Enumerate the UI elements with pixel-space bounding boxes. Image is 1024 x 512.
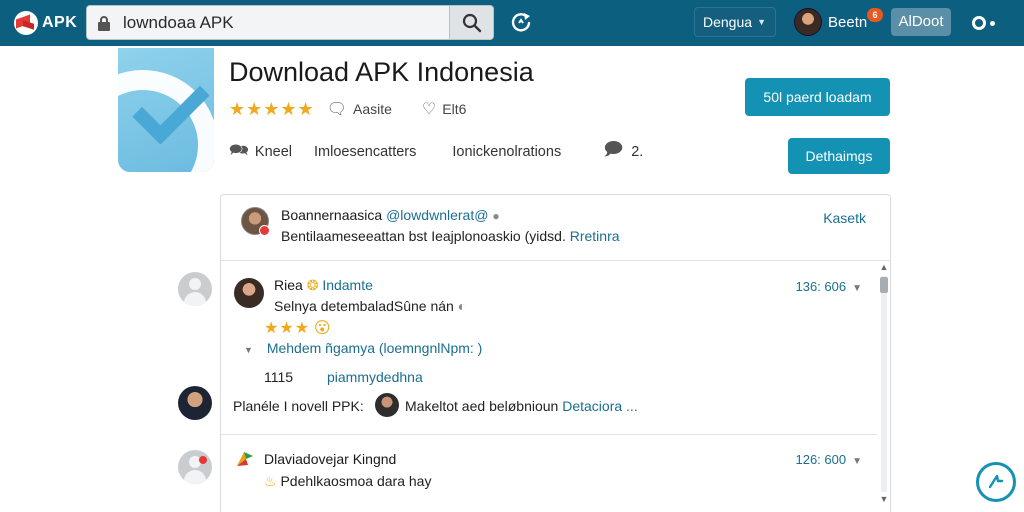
stat-reviews: Aasite — [353, 101, 392, 117]
chevron-down-icon: ▼ — [757, 17, 766, 27]
heart-icon[interactable]: ♡ — [422, 99, 436, 119]
stat-likes: Elt6 — [442, 101, 467, 117]
author-name[interactable]: Boannernaasica — [281, 207, 382, 223]
comment-count: 1115 — [264, 369, 294, 385]
comment-rating: ★★★ 😮 — [264, 318, 331, 338]
emoji-icon: 😮 — [313, 320, 331, 337]
timestamp: 136: 606 — [795, 279, 847, 294]
user-name: Beetn — [828, 13, 868, 31]
scroll-thumb[interactable] — [880, 277, 888, 293]
meta-item-3[interactable]: Ionickenolrations — [452, 144, 561, 160]
globe-icon: ● — [492, 209, 500, 223]
language-label: Dengua — [703, 14, 753, 30]
page-title: Download APK Indonesia — [229, 57, 534, 87]
divider — [221, 434, 877, 435]
avatar[interactable] — [234, 278, 264, 308]
author-handle[interactable]: @lowdwnlerat@ — [386, 207, 488, 223]
speech-bubble-icon: 🗩 — [603, 139, 624, 159]
status-dot-icon — [199, 456, 207, 464]
rating-row: ★★★★★ 🗨 Aasite ♡ Elt6 — [229, 98, 466, 120]
star-rating: ★★★ — [264, 320, 311, 337]
scroll-down-icon[interactable]: ▼ — [879, 494, 889, 504]
mention-body-2: beløbnioun — [489, 398, 559, 414]
logo-icon — [14, 11, 38, 35]
mention-label: Planéle I novell PPK: — [233, 398, 364, 414]
app-icon — [118, 48, 214, 172]
pinned-author: Boannernaasica @lowdwnlerat@ ● — [281, 207, 500, 223]
search-input[interactable]: lowndoaa APK — [123, 6, 234, 39]
avatar[interactable] — [375, 393, 399, 417]
download-button[interactable]: 50l paerd loadam — [745, 78, 890, 116]
comment-body: Pdehlkaosmoa dara hay — [280, 473, 432, 489]
comment-author[interactable]: Dlaviadovejar Kingnd — [264, 451, 396, 467]
more-menu-button[interactable] — [972, 13, 1006, 33]
avatar-placeholder[interactable] — [178, 450, 212, 484]
chevron-down-icon[interactable]: ▼ — [852, 283, 862, 294]
details-button[interactable]: Dethaimgs — [788, 138, 890, 174]
meta-item-4: 2. — [631, 144, 644, 160]
logo-text: APK — [42, 14, 78, 31]
comment-text: Selnya detembaladSûne nán ◐ — [274, 298, 466, 314]
help-icon — [988, 474, 1004, 489]
leaf-icon — [234, 448, 256, 470]
top-bar: APK lowndoaa APK Dengua ▼ Beetn 6 AlDoot — [0, 0, 1024, 46]
pinned-action-link[interactable]: Kasetk — [823, 210, 866, 226]
timestamp: 126: 600 — [795, 452, 847, 467]
pinned-comment: Boannernaasica @lowdwnlerat@ ● Bentilaam… — [221, 195, 890, 261]
emoji-icon: ♨ — [264, 473, 277, 489]
reply-text[interactable]: Mehdem ñgamya (loemngnlNpm: ) — [267, 340, 483, 356]
comments-scrollbar[interactable]: ▲ ▼ — [878, 262, 890, 506]
help-button[interactable] — [976, 462, 1016, 502]
pinned-link[interactable]: Rretinra — [570, 228, 620, 244]
address-search-bar[interactable]: lowndoaa APK — [86, 5, 494, 40]
author-name[interactable]: Riea — [274, 277, 303, 293]
scroll-up-icon[interactable]: ▲ — [879, 262, 889, 272]
mention-body: Makeltot aed — [405, 398, 486, 414]
pinned-text: Bentilaameseeattan bst Ieajplonoaskio (y… — [281, 228, 620, 244]
author-tag[interactable]: Indamte — [322, 277, 373, 293]
chevron-down-icon: ▼ — [244, 345, 253, 355]
avatar[interactable] — [178, 386, 212, 420]
circle-icon — [972, 16, 986, 30]
search-icon — [462, 13, 482, 33]
star-rating: ★★★★★ — [229, 98, 315, 119]
mention-text: Makeltot aed beløbnioun Detaciora ... — [405, 398, 638, 414]
language-select[interactable]: Dengua ▼ — [694, 7, 776, 37]
site-logo[interactable]: APK — [14, 9, 77, 37]
comment-icon: 🗨 — [326, 101, 347, 118]
reply-link[interactable]: ▼ Mehdem ñgamya (loemngnlNpm: ) — [244, 340, 482, 356]
chevron-down-icon[interactable]: ▼ — [852, 456, 862, 467]
avatar-placeholder[interactable] — [178, 272, 212, 306]
emoji-icon: ❂ — [306, 277, 319, 293]
meta-item-1[interactable]: Kneel — [255, 144, 292, 160]
comment-text: ♨ Pdehlkaosmoa dara hay — [264, 473, 431, 490]
meta-item-2[interactable]: Imloesencatters — [314, 144, 416, 160]
scroll-track[interactable] — [881, 276, 887, 492]
search-button[interactable] — [449, 6, 493, 39]
comment-time: 126: 600 ▼ — [795, 452, 862, 467]
comment-author: Riea ❂ Indamte — [274, 277, 373, 294]
badge-icon — [259, 225, 270, 236]
reaction-icon: ◐ — [457, 298, 467, 314]
mention-link[interactable]: Detaciora ... — [562, 398, 637, 414]
avatar — [794, 8, 822, 36]
pinned-body: Bentilaameseeattan bst Ieajplonoaskio (y… — [281, 228, 566, 244]
list-item: Dlaviadovejar Kingnd 126: 600 ▼ ♨ Pdehlka… — [220, 440, 878, 500]
refresh-icon[interactable] — [508, 10, 534, 36]
comment-link[interactable]: piammydedhna — [327, 369, 423, 385]
comment-time: 136: 606 ▼ — [795, 279, 862, 294]
lock-icon — [98, 16, 110, 31]
user-menu[interactable]: Beetn 6 — [794, 7, 883, 37]
notification-badge[interactable]: 6 — [867, 8, 883, 22]
about-button[interactable]: AlDoot — [891, 8, 951, 36]
chat-icon: 🗪 — [229, 141, 249, 159]
comment-body: Selnya detembaladSûne nán — [274, 298, 454, 314]
meta-row: 🗪 Kneel Imloesencatters Ionickenolration… — [229, 139, 644, 163]
dot-icon — [990, 20, 995, 26]
